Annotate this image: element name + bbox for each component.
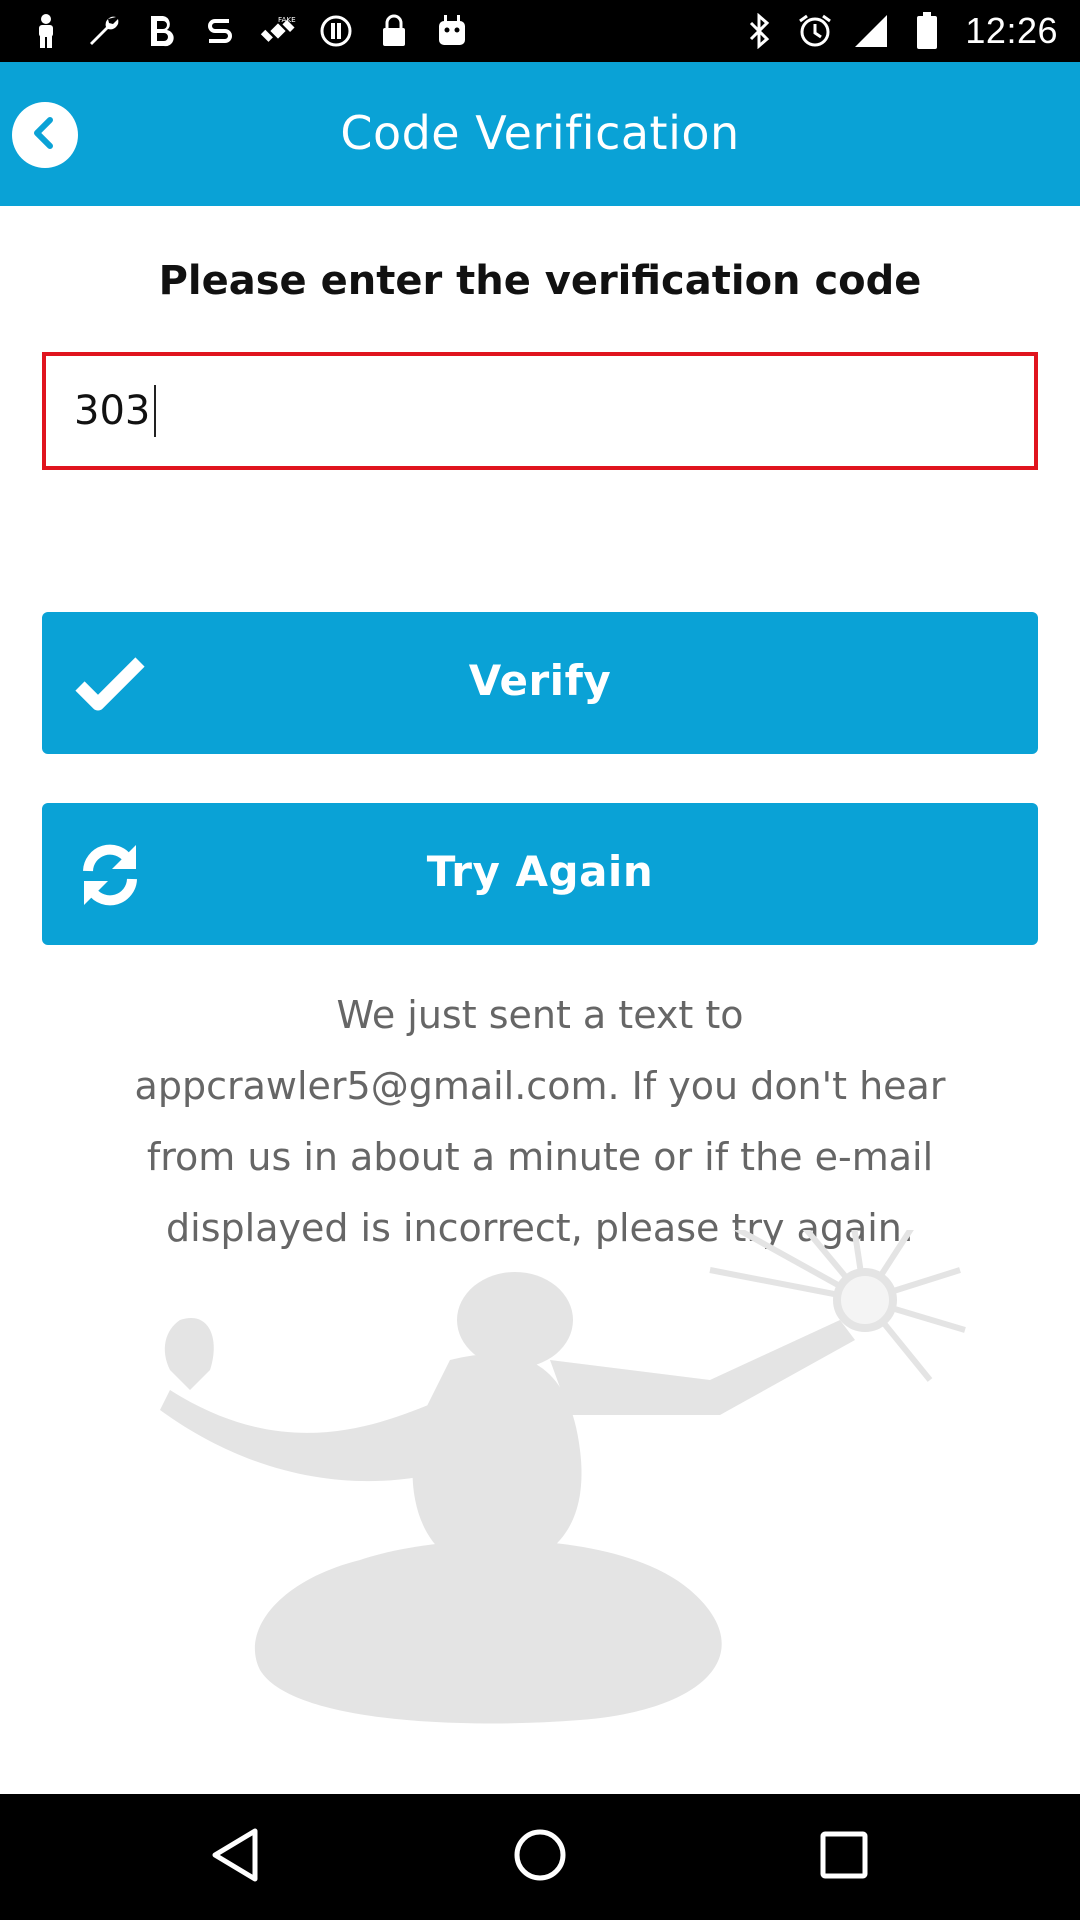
text-cursor (154, 385, 157, 437)
status-bar: FAKE 12:26 (0, 0, 1080, 62)
person-icon (28, 13, 64, 49)
nav-recents-button[interactable] (811, 1824, 877, 1890)
statue-watermark-image (150, 1199, 980, 1750)
page-title: Code Verification (340, 106, 740, 160)
code-input-value: 303 (74, 388, 151, 434)
nav-back-button[interactable] (202, 1824, 268, 1890)
svg-text:FAKE: FAKE (278, 15, 296, 24)
info-message: We just sent a text to appcrawler5@gmail… (134, 993, 946, 1250)
alarm-icon (797, 13, 833, 49)
android-icon (434, 13, 470, 49)
status-bar-right-icons: 12:26 (741, 10, 1058, 52)
try-again-button[interactable]: Try Again (42, 803, 1038, 945)
try-again-label: Try Again (426, 847, 654, 896)
recents-square-icon (819, 1830, 869, 1885)
verification-code-input[interactable]: 303 (42, 352, 1038, 470)
lock-icon (376, 13, 412, 49)
status-bar-left-icons: FAKE (28, 10, 470, 52)
status-time: 12:26 (965, 10, 1058, 51)
bluetooth-icon (741, 13, 777, 49)
home-circle-icon (512, 1827, 568, 1888)
bold-b-icon (144, 13, 180, 49)
nav-home-button[interactable] (507, 1824, 573, 1890)
battery-icon (909, 12, 945, 49)
verify-button[interactable]: Verify (42, 612, 1038, 754)
s-app-icon (202, 13, 238, 49)
signal-icon (853, 13, 889, 49)
info-icon (318, 13, 354, 49)
navigation-bar (0, 1794, 1080, 1920)
app-header: Code Verification (0, 62, 1080, 206)
verify-label: Verify (468, 656, 612, 705)
verification-prompt: Please enter the verification code (158, 258, 922, 304)
wrench-icon (86, 13, 122, 49)
back-triangle-icon (209, 1827, 261, 1888)
fake-gps-icon: FAKE (260, 13, 296, 49)
